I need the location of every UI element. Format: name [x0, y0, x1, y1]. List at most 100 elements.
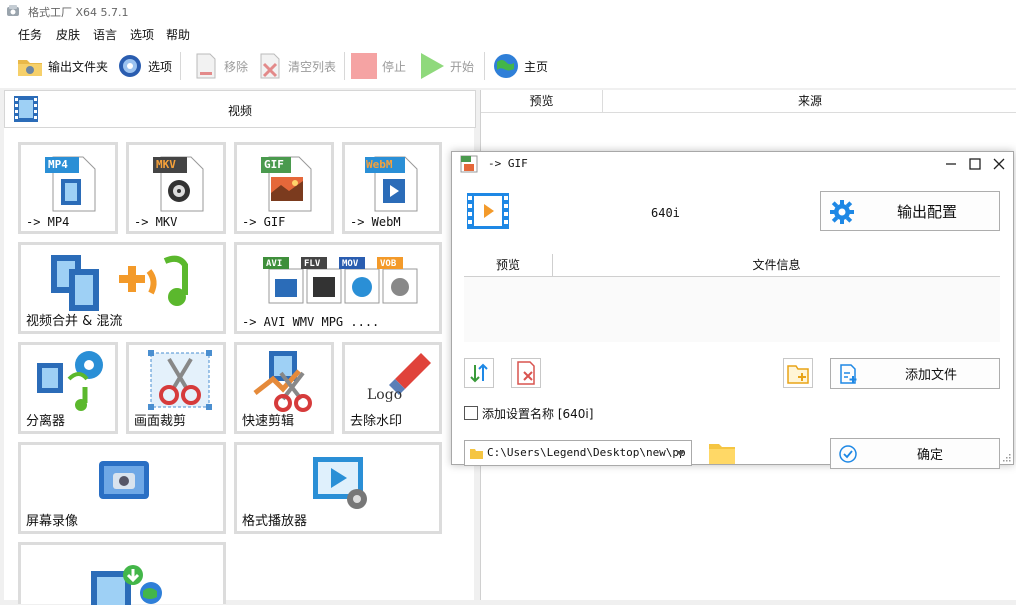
add-file-icon — [840, 364, 857, 384]
output-path-value: C:\Users\Legend\Desktop\new\pp — [487, 446, 686, 459]
crop-scissors-icon — [148, 350, 212, 410]
vob-badge: VOB — [380, 259, 397, 269]
title-bar: 格式工厂 X64 5.7.1 — [0, 0, 1016, 22]
mov-badge: MOV — [342, 259, 359, 269]
output-path-select[interactable]: C:\Users\Legend\Desktop\new\pp — [464, 440, 692, 466]
add-file-button[interactable]: 添加文件 — [830, 358, 1000, 389]
folder-icon — [470, 449, 483, 459]
output-config-label: 输出配置 — [897, 202, 958, 221]
stop-label: 停止 — [382, 59, 407, 74]
tile-screen-record[interactable]: 屏幕录像 — [18, 442, 226, 534]
ok-label: 确定 — [917, 448, 944, 463]
dialog-title: -> GIF — [488, 157, 528, 170]
sort-button[interactable] — [464, 358, 494, 388]
convert-dialog: -> GIF 640i 输出配置 预览 文件信息 添加文件 添加设置名称 [64… — [451, 151, 1014, 469]
menu-options[interactable]: 选项 — [130, 26, 154, 43]
category-header-video[interactable]: 视频 — [4, 90, 476, 128]
menu-language[interactable]: 语言 — [93, 26, 117, 43]
add-setting-name-checkbox[interactable] — [464, 406, 478, 420]
folder-icon — [709, 444, 735, 464]
tile-remove-watermark[interactable]: Logo 去除水印 — [342, 342, 442, 434]
close-icon[interactable] — [990, 155, 1008, 173]
options-button[interactable]: 选项 — [116, 50, 172, 82]
video-download-icon — [91, 565, 162, 605]
tile-more-formats[interactable]: AVI FLV MOV VOB -> AVI WMV MPG .... — [234, 242, 442, 334]
output-config-button[interactable]: 输出配置 — [820, 191, 1000, 231]
video-file-icon — [467, 193, 509, 229]
file-preview-header[interactable]: 预览 — [464, 254, 553, 277]
remove-button[interactable]: 移除 — [192, 50, 248, 82]
preview-column-header[interactable]: 预览 — [481, 90, 603, 112]
merge-film-music-icon — [51, 255, 188, 311]
player-icon — [313, 457, 367, 509]
gif-small-icon — [460, 155, 478, 173]
tile-gif-label: -> GIF — [242, 215, 286, 229]
source-column-header[interactable]: 来源 — [603, 90, 1016, 112]
stop-button[interactable]: 停止 — [350, 50, 406, 82]
clear-list-button[interactable]: 清空列表 — [256, 50, 336, 82]
remove-doc-icon — [196, 53, 216, 79]
check-circle-icon — [839, 445, 857, 463]
dialog-title-bar: -> GIF — [452, 152, 1013, 176]
gif-badge: GIF — [264, 158, 284, 171]
remove-file-button[interactable] — [511, 358, 541, 388]
remove-file-icon — [517, 361, 535, 385]
globe-icon — [494, 54, 518, 78]
tile-download[interactable] — [18, 542, 226, 605]
browse-folder-button[interactable] — [707, 438, 737, 468]
options-label: 选项 — [148, 59, 173, 74]
tile-mp4[interactable]: MP4 -> MP4 — [18, 142, 118, 234]
start-label: 开始 — [450, 59, 475, 74]
mkv-badge: MKV — [156, 158, 176, 171]
output-folder-label: 输出文件夹 — [48, 59, 109, 74]
tile-splitter-label: 分离器 — [26, 414, 66, 429]
logo-text: Logo — [367, 387, 403, 403]
menu-task[interactable]: 任务 — [18, 26, 42, 43]
flv-badge: FLV — [304, 259, 321, 269]
sort-arrows-icon — [470, 363, 488, 383]
toolbar: 输出文件夹 选项 移除 清空列表 停止 开始 主页 — [0, 44, 1016, 88]
home-label: 主页 — [524, 59, 549, 74]
file-info-header[interactable]: 文件信息 — [553, 254, 1000, 277]
output-folder-button[interactable]: 输出文件夹 — [16, 50, 108, 82]
tile-gif[interactable]: GIF -> GIF — [234, 142, 334, 234]
tile-webm[interactable]: WebM -> WebM — [342, 142, 442, 234]
menu-help[interactable]: 帮助 — [166, 26, 190, 43]
tile-mkv[interactable]: MKV -> MKV — [126, 142, 226, 234]
tile-player-label: 格式播放器 — [242, 514, 308, 529]
clear-list-icon — [260, 53, 280, 79]
splitter-icon — [37, 351, 103, 411]
chevron-down-icon — [676, 451, 685, 456]
menu-skin[interactable]: 皮肤 — [56, 26, 80, 43]
tile-screen-record-label: 屏幕录像 — [26, 514, 79, 529]
tile-merge[interactable]: 视频合并 & 混流 — [18, 242, 226, 334]
home-button[interactable]: 主页 — [492, 50, 548, 82]
add-folder-icon — [787, 365, 809, 384]
resize-grip-icon[interactable] — [1001, 452, 1011, 462]
function-panel: MP4 -> MP4 MKV -> MKV GIF -> GIF WebM ->… — [4, 128, 474, 605]
tile-splitter[interactable]: 分离器 — [18, 342, 118, 434]
menu-bar: 任务 皮肤 语言 选项 帮助 — [0, 22, 1016, 44]
toolbar-divider — [344, 52, 345, 80]
ok-button[interactable]: 确定 — [830, 438, 1000, 469]
webm-badge: WebM — [366, 158, 393, 171]
remove-label: 移除 — [224, 59, 249, 74]
window-title: 格式工厂 X64 5.7.1 — [28, 6, 129, 19]
stop-icon — [351, 53, 377, 79]
tile-player[interactable]: 格式播放器 — [234, 442, 442, 534]
category-label: 视频 — [227, 104, 252, 118]
gear-icon — [119, 55, 141, 77]
gear-icon — [830, 200, 854, 224]
start-button[interactable]: 开始 — [418, 50, 474, 82]
maximize-icon[interactable] — [966, 155, 984, 173]
play-icon — [421, 53, 444, 79]
quick-cut-icon — [253, 351, 312, 412]
tile-quick-cut[interactable]: 快速剪辑 — [234, 342, 334, 434]
add-folder-button[interactable] — [783, 358, 813, 388]
tile-mkv-label: -> MKV — [134, 215, 178, 229]
tile-more-formats-label: -> AVI WMV MPG .... — [242, 315, 380, 329]
tile-crop-label: 画面裁剪 — [134, 414, 187, 429]
tile-quick-cut-label: 快速剪辑 — [242, 414, 295, 429]
minimize-icon[interactable] — [942, 155, 960, 173]
tile-crop[interactable]: 画面裁剪 — [126, 342, 226, 434]
